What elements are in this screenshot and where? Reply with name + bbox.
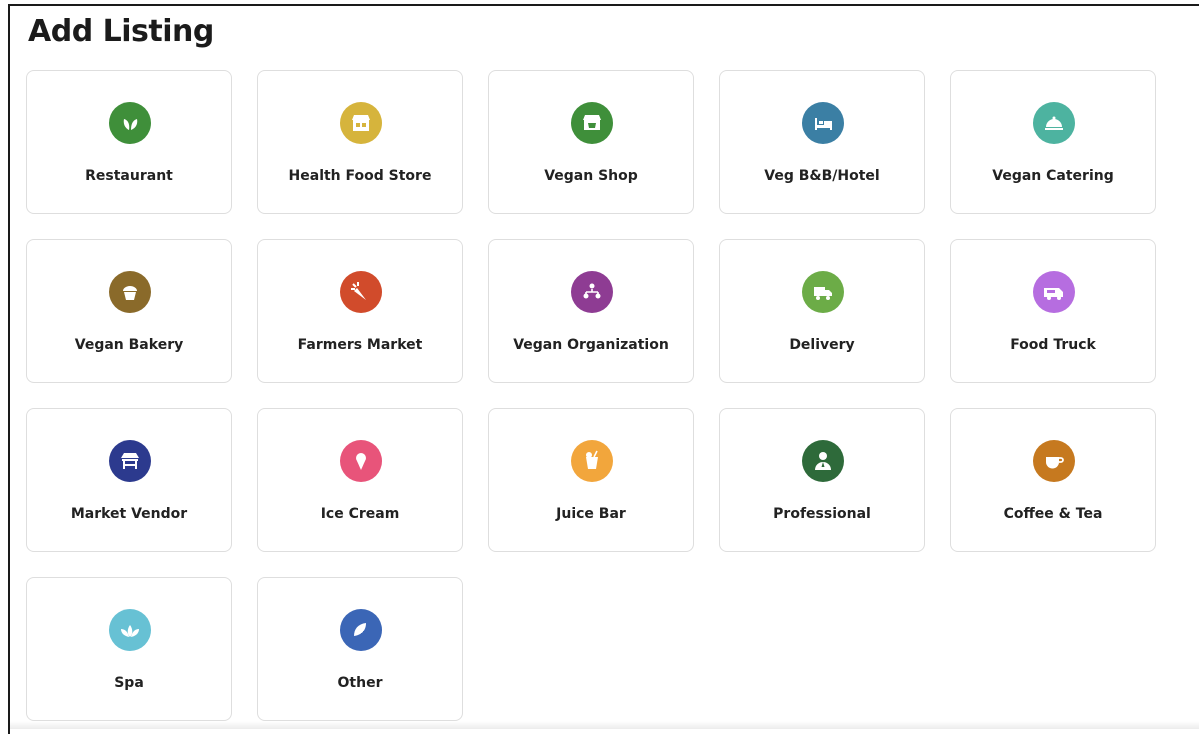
professional-person-icon — [802, 440, 844, 482]
listing-card-health-food-store[interactable]: Health Food Store — [257, 70, 463, 214]
ice-cream-icon — [340, 440, 382, 482]
bottom-edge — [10, 721, 1199, 729]
delivery-truck-icon — [802, 271, 844, 313]
listing-card-restaurant[interactable]: Restaurant — [26, 70, 232, 214]
listing-card-label: Market Vendor — [27, 506, 231, 522]
listing-card-juice-bar[interactable]: Juice Bar — [488, 408, 694, 552]
listing-card-vegan-shop[interactable]: Vegan Shop — [488, 70, 694, 214]
market-stall-icon — [109, 440, 151, 482]
listing-card-other[interactable]: Other — [257, 577, 463, 721]
listing-card-market-vendor[interactable]: Market Vendor — [26, 408, 232, 552]
food-truck-icon — [1033, 271, 1075, 313]
listing-card-label: Professional — [720, 506, 924, 522]
bed-icon — [802, 102, 844, 144]
listing-card-coffee-tea[interactable]: Coffee & Tea — [950, 408, 1156, 552]
listing-card-spa[interactable]: Spa — [26, 577, 232, 721]
listing-card-vegan-organization[interactable]: Vegan Organization — [488, 239, 694, 383]
listing-card-label: Other — [258, 675, 462, 691]
listing-card-label: Ice Cream — [258, 506, 462, 522]
listing-card-farmers-market[interactable]: Farmers Market — [257, 239, 463, 383]
listing-card-ice-cream[interactable]: Ice Cream — [257, 408, 463, 552]
listing-card-vegan-catering[interactable]: Vegan Catering — [950, 70, 1156, 214]
listing-card-label: Delivery — [720, 337, 924, 353]
listing-card-label: Farmers Market — [258, 337, 462, 353]
leaf-plus-icon — [340, 609, 382, 651]
leaf-icon — [109, 102, 151, 144]
listing-card-label: Vegan Catering — [951, 168, 1155, 184]
listing-card-label: Juice Bar — [489, 506, 693, 522]
listing-card-label: Coffee & Tea — [951, 506, 1155, 522]
listing-card-veg-b-b-hotel[interactable]: Veg B&B/Hotel — [719, 70, 925, 214]
cupcake-icon — [109, 271, 151, 313]
listing-card-food-truck[interactable]: Food Truck — [950, 239, 1156, 383]
listing-card-label: Vegan Organization — [489, 337, 693, 353]
page-title: Add Listing — [28, 14, 214, 49]
listing-card-label: Vegan Bakery — [27, 337, 231, 353]
cloche-icon — [1033, 102, 1075, 144]
shop-basket-icon — [571, 102, 613, 144]
listing-card-label: Veg B&B/Hotel — [720, 168, 924, 184]
listing-card-professional[interactable]: Professional — [719, 408, 925, 552]
lotus-icon — [109, 609, 151, 651]
coffee-cup-icon — [1033, 440, 1075, 482]
listing-card-label: Vegan Shop — [489, 168, 693, 184]
listing-card-label: Restaurant — [27, 168, 231, 184]
listing-card-vegan-bakery[interactable]: Vegan Bakery — [26, 239, 232, 383]
listing-card-label: Food Truck — [951, 337, 1155, 353]
org-chart-icon — [571, 271, 613, 313]
listing-card-delivery[interactable]: Delivery — [719, 239, 925, 383]
listing-card-label: Spa — [27, 675, 231, 691]
listing-card-label: Health Food Store — [258, 168, 462, 184]
carrot-icon — [340, 271, 382, 313]
juice-icon — [571, 440, 613, 482]
storefront-icon — [340, 102, 382, 144]
